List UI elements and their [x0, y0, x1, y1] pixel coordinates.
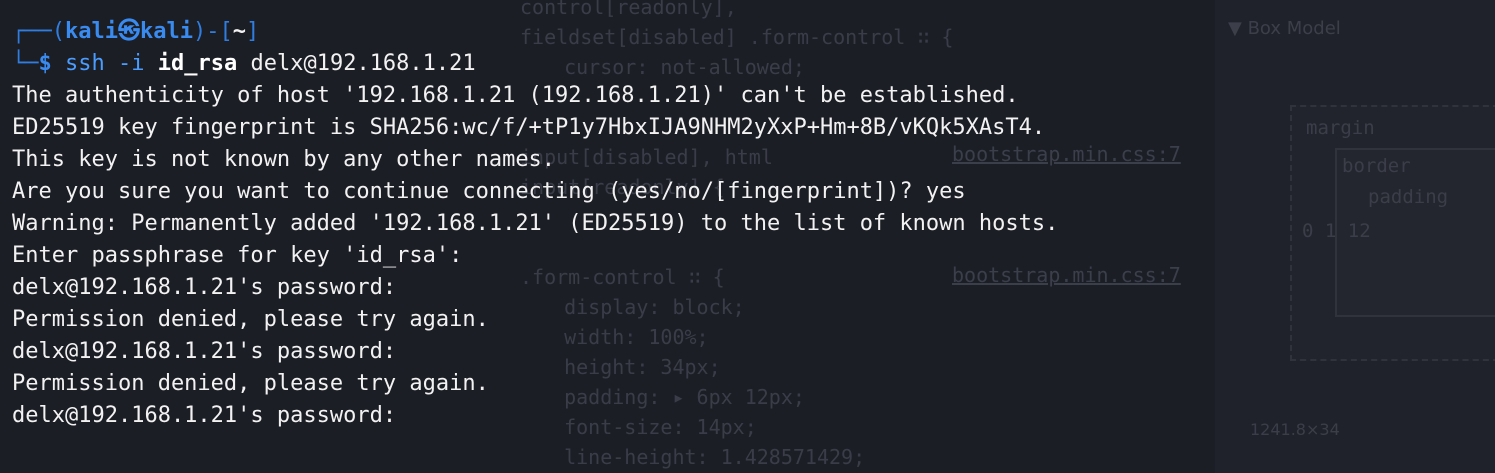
- prompt-dollar: $: [38, 51, 52, 76]
- prompt-frame: ┌──(: [12, 19, 65, 44]
- output-line: Enter passphrase for key 'id_rsa':: [12, 243, 463, 268]
- kali-skull-icon: ㉿: [117, 19, 140, 44]
- output-line: Permission denied, please try again.: [12, 307, 489, 332]
- prompt-frame: )-[: [192, 19, 233, 44]
- command-target: delx@192.168.1.21: [250, 51, 476, 76]
- output-line: delx@192.168.1.21's password:: [12, 275, 397, 300]
- password-prompt-line[interactable]: delx@192.168.1.21's password:: [12, 400, 1482, 432]
- output-line: delx@192.168.1.21's password:: [12, 339, 397, 364]
- output-line: This key is not known by any other names…: [12, 147, 556, 172]
- prompt-path: ~: [232, 19, 246, 44]
- output-line: ED25519 key fingerprint is SHA256:wc/f/+…: [12, 115, 1046, 140]
- output-line: Permission denied, please try again.: [12, 371, 489, 396]
- command-flag: -i: [118, 51, 145, 76]
- command-key-file: id_rsa: [157, 51, 238, 76]
- prompt-line-command: └─$ ssh -i id_rsa delx@192.168.1.21: [12, 48, 1482, 80]
- prompt-line-top: ┌──(kali㉿kali)-[~]: [12, 16, 1482, 48]
- css-rule-line: line-height: 1.428571429;: [540, 445, 866, 469]
- prompt-host: kali: [139, 19, 193, 44]
- terminal-output[interactable]: ┌──(kali㉿kali)-[~] └─$ ssh -i id_rsa del…: [12, 16, 1482, 432]
- prompt-user: kali: [64, 19, 118, 44]
- terminal-window[interactable]: ▼ Box Model margin border padding 0 1 12…: [0, 0, 1495, 473]
- prompt-frame: ]: [245, 19, 260, 44]
- output-line: The authenticity of host '192.168.1.21 (…: [12, 83, 1019, 108]
- output-line: Are you sure you want to continue connec…: [12, 179, 966, 204]
- output-line: Warning: Permanently added '192.168.1.21…: [12, 211, 1059, 236]
- command-name: ssh: [65, 51, 105, 76]
- prompt-frame: └─: [12, 51, 39, 76]
